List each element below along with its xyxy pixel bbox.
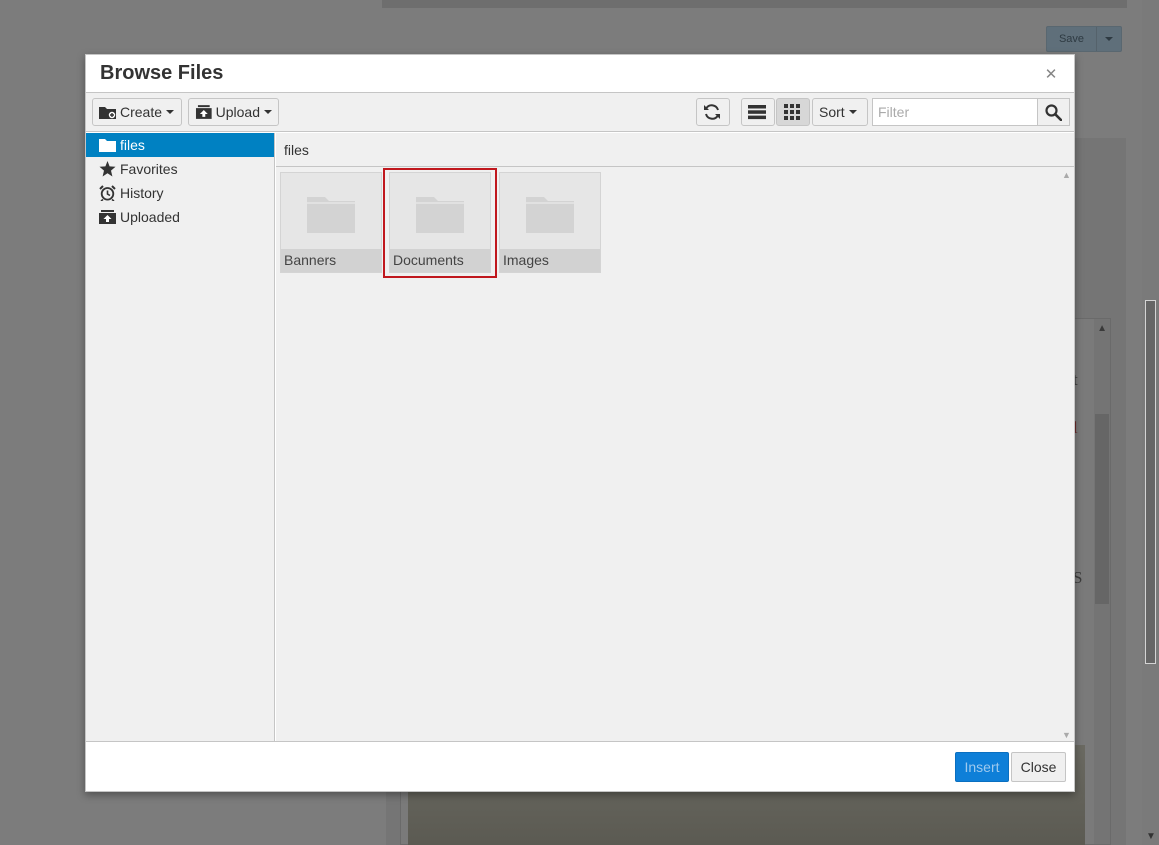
- sidebar-item-label: Favorites: [120, 161, 178, 177]
- upload-icon: [195, 105, 212, 119]
- upload-button[interactable]: Upload: [188, 98, 279, 126]
- grid-icon: [783, 104, 800, 120]
- chevron-down-icon: ▼: [1146, 831, 1156, 842]
- breadcrumb-path[interactable]: files: [284, 142, 309, 158]
- sidebar-item-label: History: [120, 185, 164, 201]
- sort-label: Sort: [819, 104, 845, 120]
- background-editor-scrollbar: ▲: [1094, 319, 1110, 844]
- page-scrollbar: ▼: [1142, 0, 1159, 845]
- dialog-toolbar: Create Upload Sort: [86, 93, 1074, 132]
- dialog-body: files Favorites History Uploaded files B…: [86, 133, 1074, 742]
- browse-files-dialog: Browse Files ✕ Create Upload Sort Filter…: [85, 54, 1075, 792]
- caret-down-icon: [166, 110, 175, 114]
- folder-tile-images[interactable]: Images: [499, 172, 601, 273]
- list-icon: [747, 105, 766, 120]
- folder-tile-banners[interactable]: Banners: [280, 172, 382, 273]
- sidebar-item-files[interactable]: files: [86, 133, 274, 157]
- dialog-header: Browse Files ✕: [86, 55, 1074, 93]
- background-topbar: [382, 0, 1127, 8]
- background-editor-scroll-thumb: [1095, 414, 1109, 604]
- dialog-title: Browse Files: [100, 62, 224, 84]
- background-save-dropdown-icon: [1097, 27, 1121, 51]
- grid-scrollbar[interactable]: ▲ ▼: [1059, 168, 1074, 742]
- folder-plus-icon: [99, 107, 116, 119]
- folder-icon: [416, 197, 464, 233]
- sidebar-item-history[interactable]: History: [86, 181, 274, 205]
- folder-grid: Banners Documents Images: [276, 168, 1059, 742]
- breadcrumb: files: [276, 133, 1074, 167]
- close-button[interactable]: Close: [1011, 752, 1066, 782]
- filter-input[interactable]: [872, 98, 1038, 126]
- search-button[interactable]: [1037, 98, 1070, 126]
- folder-sidebar: files Favorites History Uploaded: [86, 133, 275, 742]
- refresh-icon: [703, 104, 720, 120]
- sidebar-item-label: files: [120, 137, 145, 153]
- refresh-button[interactable]: [696, 98, 730, 126]
- upload-label: Upload: [215, 104, 260, 120]
- insert-button[interactable]: Insert: [955, 752, 1009, 782]
- page-scroll-thumb: [1145, 300, 1156, 664]
- create-label: Create: [120, 104, 163, 120]
- star-icon: [99, 161, 116, 177]
- folder-tile-documents[interactable]: Documents: [389, 172, 491, 273]
- dialog-footer: Insert Close: [86, 741, 1074, 791]
- caret-down-icon: [848, 110, 857, 114]
- background-save-button: Save: [1046, 26, 1122, 52]
- close-icon[interactable]: ✕: [1042, 65, 1060, 83]
- folder-icon: [307, 197, 355, 233]
- grid-view-button[interactable]: [776, 98, 810, 126]
- list-view-button[interactable]: [741, 98, 775, 126]
- folder-name: Documents: [390, 249, 490, 272]
- upload-box-icon: [99, 210, 116, 224]
- caret-down-icon: [264, 110, 272, 114]
- folder-name: Banners: [281, 249, 381, 272]
- sidebar-item-label: Uploaded: [120, 209, 180, 225]
- background-save-label: Save: [1047, 27, 1097, 51]
- sort-button[interactable]: Sort: [812, 98, 868, 126]
- folder-icon: [99, 139, 116, 152]
- alarm-clock-icon: [99, 185, 116, 201]
- chevron-up-icon: ▲: [1097, 323, 1107, 334]
- file-browser-main: files Banners Documents Images ▲ ▼: [276, 133, 1074, 742]
- search-icon: [1045, 103, 1062, 121]
- chevron-up-icon[interactable]: ▲: [1062, 170, 1071, 180]
- folder-icon: [526, 197, 574, 233]
- sidebar-item-uploaded[interactable]: Uploaded: [86, 205, 274, 229]
- chevron-down-icon[interactable]: ▼: [1062, 730, 1071, 740]
- sidebar-item-favorites[interactable]: Favorites: [86, 157, 274, 181]
- create-button[interactable]: Create: [92, 98, 182, 126]
- folder-name: Images: [500, 249, 600, 272]
